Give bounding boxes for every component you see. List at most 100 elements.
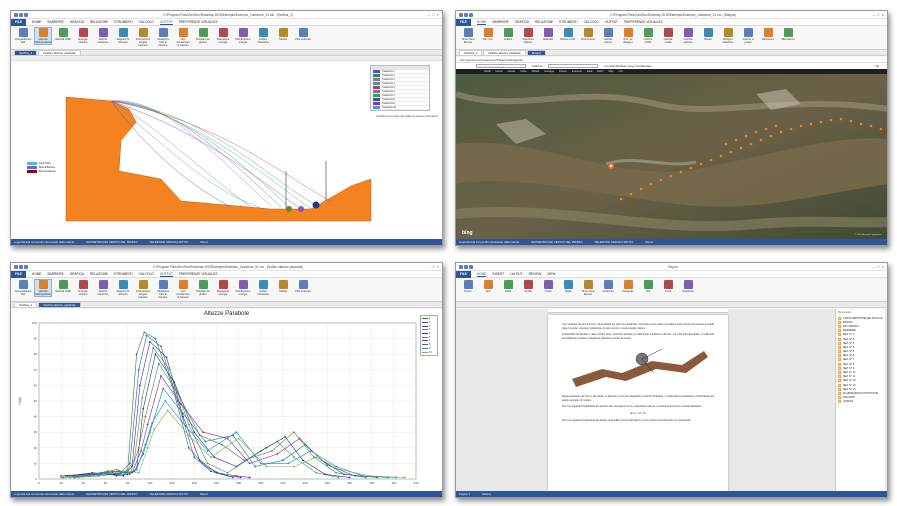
ribbon-button[interactable]: Scorrimento [580, 28, 596, 41]
map-menu-item[interactable]: Places [559, 70, 567, 73]
map-menu-item[interactable]: Data [587, 70, 592, 73]
ribbon-button[interactable]: Apri [480, 280, 496, 293]
ribbon-button[interactable]: Misurazioni [780, 28, 796, 41]
menu-file[interactable]: FILE [456, 270, 471, 278]
ribbon-button[interactable]: Energia cinetica [75, 28, 91, 44]
maximize-icon[interactable]: □ [432, 12, 434, 17]
coordinates-input[interactable]: Coordinate: Lat, Lng [476, 64, 526, 69]
ribbon-button[interactable]: Copia [540, 280, 556, 293]
menu-calcolo[interactable]: CALCOLO [584, 20, 599, 24]
ribbon-button[interactable]: Bisogno traiettorie [720, 28, 736, 44]
close-icon[interactable]: × [882, 12, 884, 17]
undo-icon[interactable] [19, 264, 23, 269]
navigator-item[interactable]: GRAFICI [838, 400, 883, 404]
minimize-icon[interactable]: – [428, 264, 430, 269]
ribbon-button[interactable]: Filtri avanzati [295, 28, 311, 41]
map-menu-item[interactable]: Roads [532, 70, 540, 73]
menu-home[interactable]: HOME [32, 272, 42, 276]
ribbon-button[interactable]: Times New Roman [580, 280, 596, 296]
ribbon-button[interactable]: Pos. su disegno [620, 28, 636, 44]
ribbon-button[interactable]: Risolve schiz. [560, 28, 576, 41]
close-icon[interactable]: × [882, 264, 884, 269]
ribbon-button[interactable]: Energia cinetica [75, 280, 91, 296]
ribbon-button[interactable]: Stili [640, 280, 656, 293]
minimize-icon[interactable]: – [873, 264, 875, 269]
menu-barriere[interactable]: BARRIERE [492, 20, 508, 24]
menu-strumenti[interactable]: STRUMENTI [114, 272, 133, 276]
satellite-map[interactable]: bing © 2015 Microsoft Corporation [456, 74, 887, 241]
save-icon[interactable] [14, 264, 18, 269]
ribbon-button[interactable]: Sostituisci [680, 280, 696, 293]
ribbon-button[interactable]: Tab. Cur. [480, 28, 496, 41]
ribbon-button[interactable]: Inserire a gruppi [740, 28, 756, 44]
ribbon-button[interactable]: Altezze traiettorie [95, 28, 111, 44]
ribbon-button[interactable]: Trova [660, 280, 676, 293]
ribbon-button[interactable]: Materiali [540, 28, 556, 41]
menu-strumenti[interactable]: STRUMENTI [114, 20, 133, 24]
menu-preferenze[interactable]: PREFERENZE VISUALIZZ. [179, 272, 218, 276]
ribbon-button[interactable]: Tabella [275, 28, 291, 41]
go-button[interactable]: Vai [875, 64, 887, 68]
maximize-icon[interactable]: □ [877, 264, 879, 269]
ribbon-button[interactable]: Non visualizzare le barriere [175, 280, 191, 299]
ribbon-button[interactable]: Paragrafo [620, 280, 636, 293]
menu-calcolo[interactable]: CALCOLO [139, 20, 154, 24]
menu-relazione[interactable]: RELAZIONE [90, 272, 108, 276]
maximize-icon[interactable]: □ [432, 264, 434, 269]
undo-icon[interactable] [464, 12, 468, 17]
ribbon-button[interactable]: Calcola media [660, 28, 676, 44]
menu-relazione[interactable]: RELAZIONE [535, 20, 553, 24]
ribbon-button[interactable]: Grassetto [600, 280, 616, 293]
ribbon-button[interactable]: Visualizza tutte le barriere [155, 280, 171, 299]
ribbon-button[interactable]: Calcolo vettore [600, 28, 616, 44]
tab-mappa[interactable]: Mappa [526, 50, 546, 55]
ribbon-button[interactable]: Filtri avanzati [295, 280, 311, 293]
menu-grafica[interactable]: GRAFICA [70, 20, 84, 24]
save-icon[interactable] [14, 12, 18, 17]
ribbon-button[interactable]: Rapporti % riscontro [115, 28, 131, 44]
ribbon-button[interactable]: Visualizza tutte le barriere [155, 28, 171, 47]
undo-icon[interactable] [464, 264, 468, 269]
menu-output[interactable]: OUTPUT [159, 272, 173, 277]
report-page[interactable]: Sono restituite dai dati di uscita i val… [548, 315, 728, 491]
map-menu-item[interactable]: Labels [508, 70, 516, 73]
ribbon-button[interactable]: Velocità UNIF [55, 280, 71, 293]
menu-insert[interactable]: INSERT [492, 272, 504, 276]
menu-calcolo[interactable]: CALCOLO [139, 272, 154, 276]
navigator-item[interactable]: ELABORAZIONI STATISTICHE [838, 391, 883, 395]
tab-grafico[interactable]: Grafico altezze parabole [483, 50, 526, 55]
ribbon-button[interactable]: Inserire profilo [640, 28, 656, 44]
map-menu-item[interactable]: Home [496, 70, 503, 73]
menu-file[interactable]: FILE [11, 270, 26, 278]
ribbon-button[interactable]: Non visualizzare le barriere [175, 28, 191, 47]
ribbon-button[interactable]: Velocità UNIF [55, 28, 71, 41]
menu-preferenze[interactable]: PREFERENZE VISUALIZZ. [179, 20, 218, 24]
legend-row[interactable]: Traiettoria 10 [371, 106, 429, 110]
map-menu-item[interactable]: Interests [572, 70, 582, 73]
ribbon-button[interactable]: Grafico Traiettorie [255, 280, 271, 296]
ribbon-button[interactable]: Mappatura energia [215, 28, 231, 44]
menu-barriere[interactable]: BARRIERE [47, 272, 63, 276]
save-icon[interactable] [459, 264, 463, 269]
menu-home[interactable]: HOME [476, 20, 487, 25]
ribbon-button[interactable]: Cambia sezione [680, 28, 696, 44]
map-menu-item[interactable]: Map [608, 70, 613, 73]
ribbon-button[interactable]: Distribuzione energie [235, 28, 251, 44]
ribbon-button[interactable]: Grafico Traiettorie [255, 28, 271, 44]
trajectory-legend[interactable]: Traiettoria 1 Traiettoria 2 Traiettoria 3T… [370, 65, 430, 111]
menu-output[interactable]: OUTPUT [159, 20, 173, 25]
ribbon-button[interactable]: Salva [500, 280, 516, 293]
ribbon-button[interactable]: Baricentro [760, 28, 776, 41]
ribbon-button[interactable]: Mappatura energia [215, 280, 231, 296]
ribbon-button[interactable]: Risultati nel grafico [195, 280, 211, 296]
menu-home[interactable]: HOME [476, 272, 487, 277]
close-icon[interactable]: × [437, 12, 439, 17]
ribbon-button[interactable]: Comparazione dati [15, 28, 31, 44]
menu-relazione[interactable]: RELAZIONE [90, 20, 108, 24]
map-menu-item[interactable]: Earth [597, 70, 603, 73]
ribbon-button[interactable]: Distribuzione energie [235, 280, 251, 296]
map-menu-item[interactable]: Info [619, 70, 623, 73]
undo-icon[interactable] [19, 12, 23, 17]
map-menu-item[interactable]: Heritage [544, 70, 554, 73]
ribbon-button[interactable]: Velocità Salti/parabole [34, 27, 52, 45]
